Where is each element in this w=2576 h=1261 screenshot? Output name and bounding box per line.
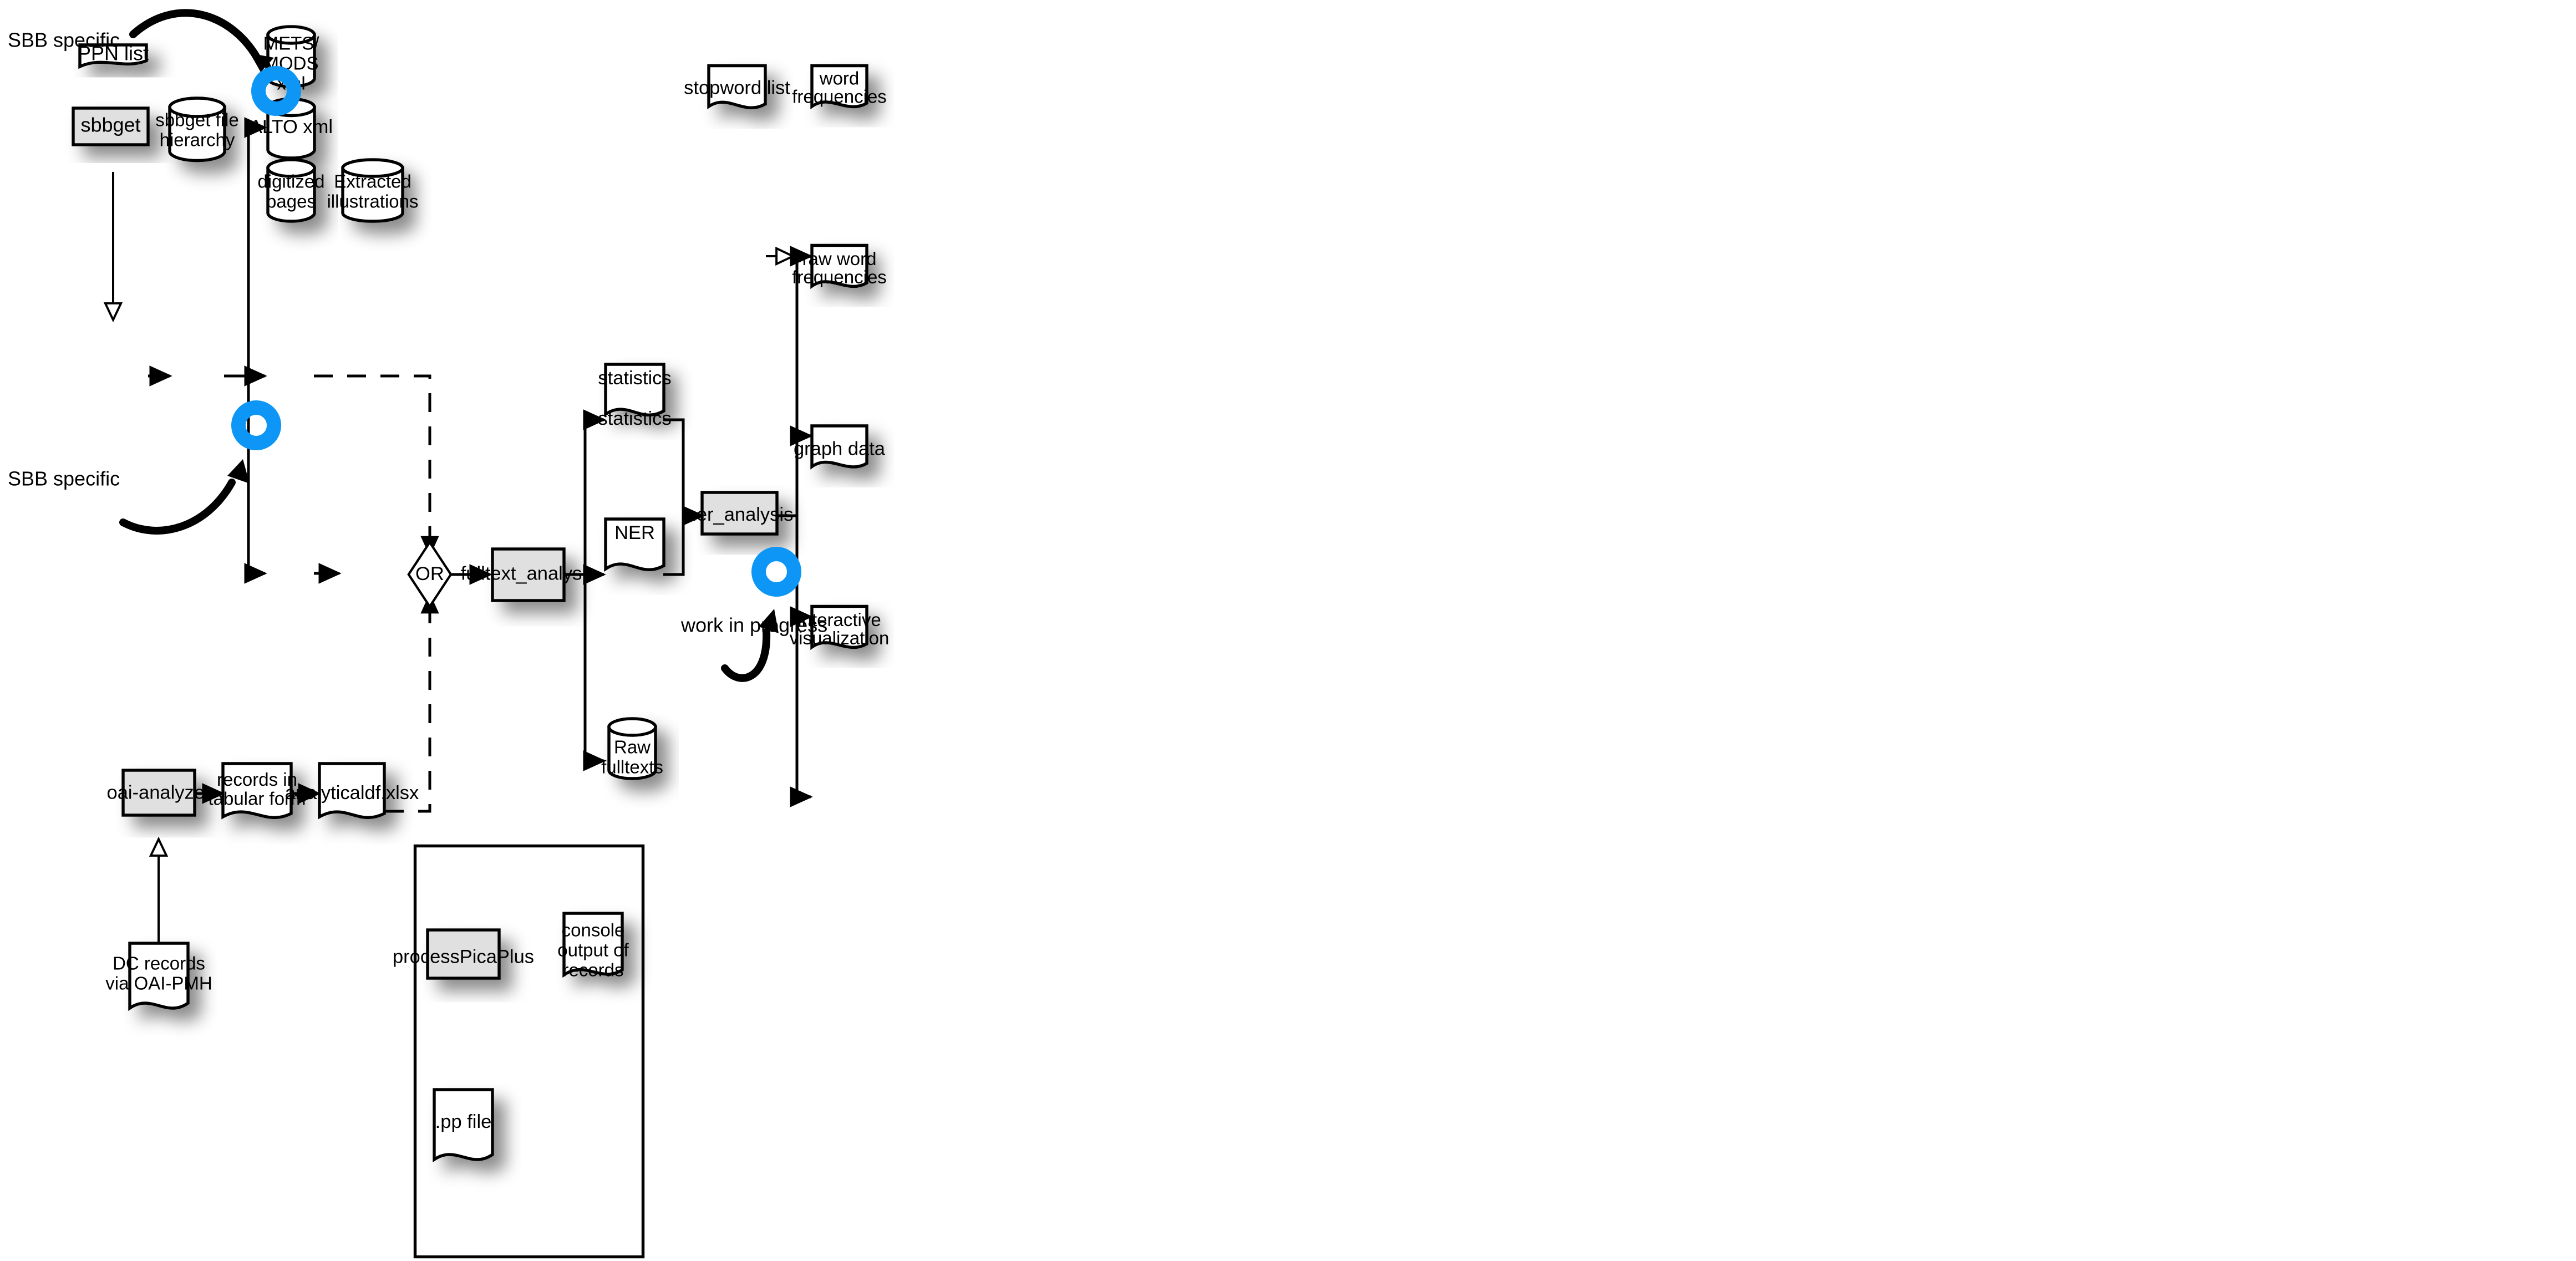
node-digitized-label-1: digitized [257,171,324,192]
node-or-gate[interactable]: OR [407,540,453,609]
sbb-specific-marker-icon-top [251,66,301,116]
node-ner-label: NER [614,522,655,543]
work-in-progress-arrow [721,628,771,682]
edge-statistics-merge [663,418,685,516]
node-neranalysis-label: ner_analysis [686,504,794,525]
node-statistics-label: statistics [598,408,671,429]
node-illustrations-label-1: Extracted [334,171,411,192]
node-raw-fulltexts[interactable]: Raw fulltexts [601,717,663,780]
work-in-progress-marker-icon [751,547,801,597]
sbb-specific-arrow-bottom [119,479,236,535]
node-ppfile-label: .pp file [435,1111,492,1132]
node-console-label-3: records [562,960,623,980]
node-console-label-2: output of [557,940,629,960]
node-pp-file[interactable]: .pp file [433,1088,494,1163]
node-statistics[interactable]: statistics statistics [598,363,672,429]
sbb-specific-arrow-top [129,9,263,66]
node-fulltext-analysis[interactable]: fulltext_analysis [461,547,596,602]
node-sbbget-label: sbbget [80,114,140,136]
work-in-progress-label: work in progress [680,614,827,637]
node-oai-analyzer[interactable]: oai-analyzer [107,769,211,817]
node-rawwordfreq-label-2: frequencies [792,267,887,287]
node-metsmods-label-1: METS/ [263,33,320,54]
node-hierarchy-label-1: sbbget file [155,110,238,130]
node-graphdata-label: graph data [794,439,886,460]
node-sbbget-file-hierarchy[interactable]: sbbget file hierarchy [155,96,239,162]
node-rawwordfreq-label-1: raw word [802,248,877,269]
node-illustrations-label-2: illustrations [327,191,418,212]
node-graph-data[interactable]: graph data [794,424,886,470]
node-analyticaldf[interactable]: analyticaldf.xlsx [285,762,419,820]
node-fulltext-label: fulltext_analysis [461,563,596,584]
node-ner-analysis[interactable]: ner_analysis [686,491,794,536]
node-dcrecords-label-1: DC records [113,953,205,974]
node-picaplus-label: processPicaPlus [393,947,534,968]
edge-analyticaldf-to-or [385,593,439,813]
node-stopword-list[interactable]: stopword list [684,64,790,110]
node-raw-word-frequencies[interactable]: raw word frequencies [792,243,887,289]
node-console-label-1: console [562,920,625,940]
node-digitized-pages[interactable]: digitized pages [257,158,325,223]
sbb-specific-label-bottom: SBB specific [8,467,120,490]
node-dc-records[interactable]: DC records via OAI-PMH [105,942,212,1011]
node-dcrecords-label-2: via OAI-PMH [105,973,212,994]
edge-alto-to-or [314,374,439,557]
node-oaianalyzer-label: oai-analyzer [107,782,211,804]
node-sbbget[interactable]: sbbget [72,106,150,146]
node-wordfreq-label-2: frequencies [792,87,887,107]
node-extracted-illustrations[interactable]: Extracted illustrations [327,158,419,223]
flowchart-canvas: PPN list sbbget sbbget file hierarchy ME… [0,0,2576,1261]
node-statistics-label-text: statistics [598,368,671,389]
sbb-specific-marker-icon-bottom [231,400,281,450]
node-rawfulltexts-label-2: fulltexts [601,757,663,777]
node-console-output[interactable]: console output of records [557,912,629,980]
node-hierarchy-label-2: hierarchy [160,130,235,150]
node-alto-label: ALTO xml [250,116,333,138]
node-ner[interactable]: NER [604,517,665,572]
node-digitized-label-2: pages [266,191,316,212]
group-processpicaplus-container [413,844,645,1259]
node-wordfreq-label-1: word [819,68,860,89]
pipeline-flowchart: PPN list sbbget sbbget file hierarchy ME… [8,9,889,1259]
edge-ner-merge [663,516,685,576]
node-rawfulltexts-label-1: Raw [614,737,651,757]
node-word-frequencies[interactable]: word frequencies [792,64,887,110]
node-analyticaldf-label: analyticaldf.xlsx [285,782,419,804]
sbb-specific-label-top: SBB specific [8,29,120,52]
node-or-label: OR [415,563,444,584]
node-stopword-label: stopword list [684,78,790,99]
